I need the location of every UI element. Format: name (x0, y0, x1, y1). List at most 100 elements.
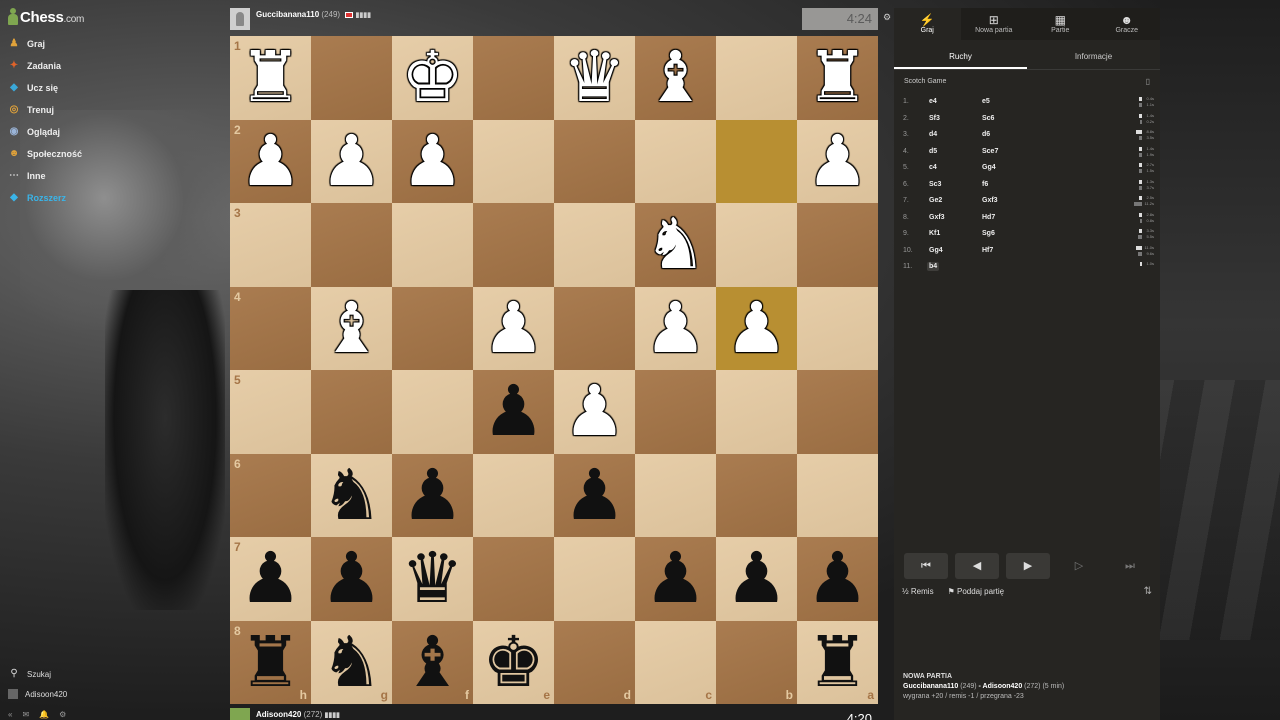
sidebar-item-ucz-się[interactable]: ◆ Ucz się (8, 82, 58, 94)
tab-nowa-partia[interactable]: ⊞ Nowa partia (961, 8, 1028, 40)
bottom-player-name[interactable]: Adisoon420 (272) ▮▮▮▮ (256, 710, 340, 719)
white-move[interactable]: Gg4 (929, 247, 943, 254)
white-move[interactable]: d4 (929, 131, 937, 138)
board-square[interactable]: 5 (230, 370, 311, 454)
first-move-button[interactable]: ⏮ (904, 553, 948, 579)
white-bishop-icon[interactable]: ♝ (311, 287, 392, 371)
sidebar-item-zadania[interactable]: ✦ Zadania (8, 60, 61, 72)
white-queen-icon[interactable]: ♛ (554, 36, 635, 120)
mail-icon[interactable]: ✉ (22, 710, 29, 719)
board-square[interactable] (311, 203, 392, 287)
last-move-button[interactable]: ⏭ (1108, 553, 1152, 579)
notifications-icon[interactable]: 🔔 (39, 710, 49, 719)
draw-button[interactable]: ½ Remis (902, 587, 934, 596)
black-pawn-icon[interactable]: ♟ (635, 537, 716, 621)
black-rook-icon[interactable]: ♜ (797, 621, 878, 705)
sidebar-item-rozszerz[interactable]: ◆ Rozszerz (8, 192, 66, 204)
black-pawn-icon[interactable]: ♟ (392, 454, 473, 538)
board-square[interactable] (554, 119, 635, 203)
board-square[interactable] (797, 286, 878, 370)
board-square[interactable] (716, 453, 797, 537)
black-knight-icon[interactable]: ♞ (311, 621, 392, 705)
board-square[interactable] (716, 36, 797, 120)
black-pawn-icon[interactable]: ♟ (797, 537, 878, 621)
chess-com-logo[interactable]: Chess.com (8, 8, 84, 26)
black-pawn-icon[interactable]: ♟ (473, 370, 554, 454)
black-bishop-icon[interactable]: ♝ (392, 621, 473, 705)
white-move[interactable]: d5 (929, 148, 937, 155)
board-square[interactable] (473, 453, 554, 537)
board-square[interactable] (311, 370, 392, 454)
board-square[interactable]: d (554, 620, 635, 704)
white-rook-icon[interactable]: ♜ (230, 36, 311, 120)
black-move[interactable]: Gg4 (982, 164, 996, 171)
board-square[interactable] (473, 203, 554, 287)
board-square[interactable] (797, 370, 878, 454)
board-square[interactable] (392, 203, 473, 287)
white-bishop-icon[interactable]: ♝ (635, 36, 716, 120)
subtab-ruchy[interactable]: Ruchy (894, 48, 1027, 69)
black-knight-icon[interactable]: ♞ (311, 454, 392, 538)
bottom-player-avatar[interactable] (230, 708, 250, 720)
white-move[interactable]: Gxf3 (929, 214, 945, 221)
black-move[interactable]: Gxf3 (982, 197, 998, 204)
board-square[interactable] (797, 453, 878, 537)
black-move[interactable]: e5 (982, 98, 990, 105)
black-move[interactable]: Hf7 (982, 247, 993, 254)
board-square[interactable]: 3 (230, 203, 311, 287)
board-square[interactable] (554, 286, 635, 370)
white-pawn-icon[interactable]: ♟ (473, 287, 554, 371)
top-player-avatar[interactable] (230, 8, 250, 30)
black-king-icon[interactable]: ♚ (473, 621, 554, 705)
black-queen-icon[interactable]: ♛ (392, 537, 473, 621)
white-pawn-icon[interactable]: ♟ (311, 120, 392, 204)
black-pawn-icon[interactable]: ♟ (311, 537, 392, 621)
previous-move-button[interactable]: ◀ (955, 553, 999, 579)
white-pawn-icon[interactable]: ♟ (716, 287, 797, 371)
highlighted-square[interactable] (716, 119, 797, 203)
clock-settings-icon[interactable]: ⚙ (883, 12, 891, 23)
sidebar-item-trenuj[interactable]: ◎ Trenuj (8, 104, 54, 116)
white-king-icon[interactable]: ♚ (392, 36, 473, 120)
white-move[interactable]: Sc3 (929, 181, 941, 188)
black-rook-icon[interactable]: ♜ (230, 621, 311, 705)
top-player-name[interactable]: Guccibanana110 (249) ▮▮▮▮ (256, 10, 371, 19)
white-move[interactable]: c4 (929, 164, 937, 171)
board-square[interactable] (554, 537, 635, 621)
white-knight-icon[interactable]: ♞ (635, 203, 716, 287)
black-move[interactable]: f6 (982, 181, 988, 188)
board-square[interactable] (473, 537, 554, 621)
board-square[interactable] (311, 36, 392, 120)
white-move[interactable]: b4 (927, 262, 940, 271)
board-square[interactable]: b (716, 620, 797, 704)
board-square[interactable]: 4 (230, 286, 311, 370)
black-pawn-icon[interactable]: ♟ (230, 537, 311, 621)
white-move[interactable]: e4 (929, 98, 937, 105)
flip-board-icon[interactable]: ⇅ (1144, 586, 1152, 597)
white-move[interactable]: Kf1 (929, 230, 940, 237)
board-square[interactable] (473, 119, 554, 203)
chessboard[interactable]: 1 2 3 4 5 6 7 8 h g f e d c b a ♜ ♚ ♛ ♝ ♜ ♟ ♟ ♟ ♟ ♞ ♝ ♟ ♟ ♟ ♟ ♟ ♞ ♟ ♟ ♟ ♟ ♛ ♟ ♟… (230, 36, 878, 704)
board-square[interactable] (392, 286, 473, 370)
black-move[interactable]: Sg6 (982, 230, 995, 237)
black-pawn-icon[interactable]: ♟ (716, 537, 797, 621)
sidebar-item-społeczność[interactable]: ☻ Społeczność (8, 148, 82, 160)
board-square[interactable] (392, 370, 473, 454)
resign-button[interactable]: ⚑ Poddaj partię (948, 587, 1005, 596)
play-button[interactable]: ▶ (1006, 553, 1050, 579)
tab-graj[interactable]: ⚡ Graj (894, 8, 961, 40)
black-move[interactable]: Sce7 (982, 148, 998, 155)
new-game-players[interactable]: Guccibanana110 (249) - Adisoon420 (272) … (903, 682, 1064, 692)
board-square[interactable] (635, 370, 716, 454)
white-pawn-icon[interactable]: ♟ (230, 120, 311, 204)
white-move[interactable]: Ge2 (929, 197, 942, 204)
board-square[interactable] (554, 203, 635, 287)
white-pawn-icon[interactable]: ♟ (635, 287, 716, 371)
book-icon[interactable]: ▯ (1146, 77, 1150, 86)
board-square[interactable] (635, 119, 716, 203)
black-move[interactable]: Hd7 (982, 214, 995, 221)
white-pawn-icon[interactable]: ♟ (392, 120, 473, 204)
sidebar-item-oglądaj[interactable]: ◉ Oglądaj (8, 126, 60, 138)
white-move[interactable]: Sf3 (929, 115, 940, 122)
black-move[interactable]: Sc6 (982, 115, 994, 122)
